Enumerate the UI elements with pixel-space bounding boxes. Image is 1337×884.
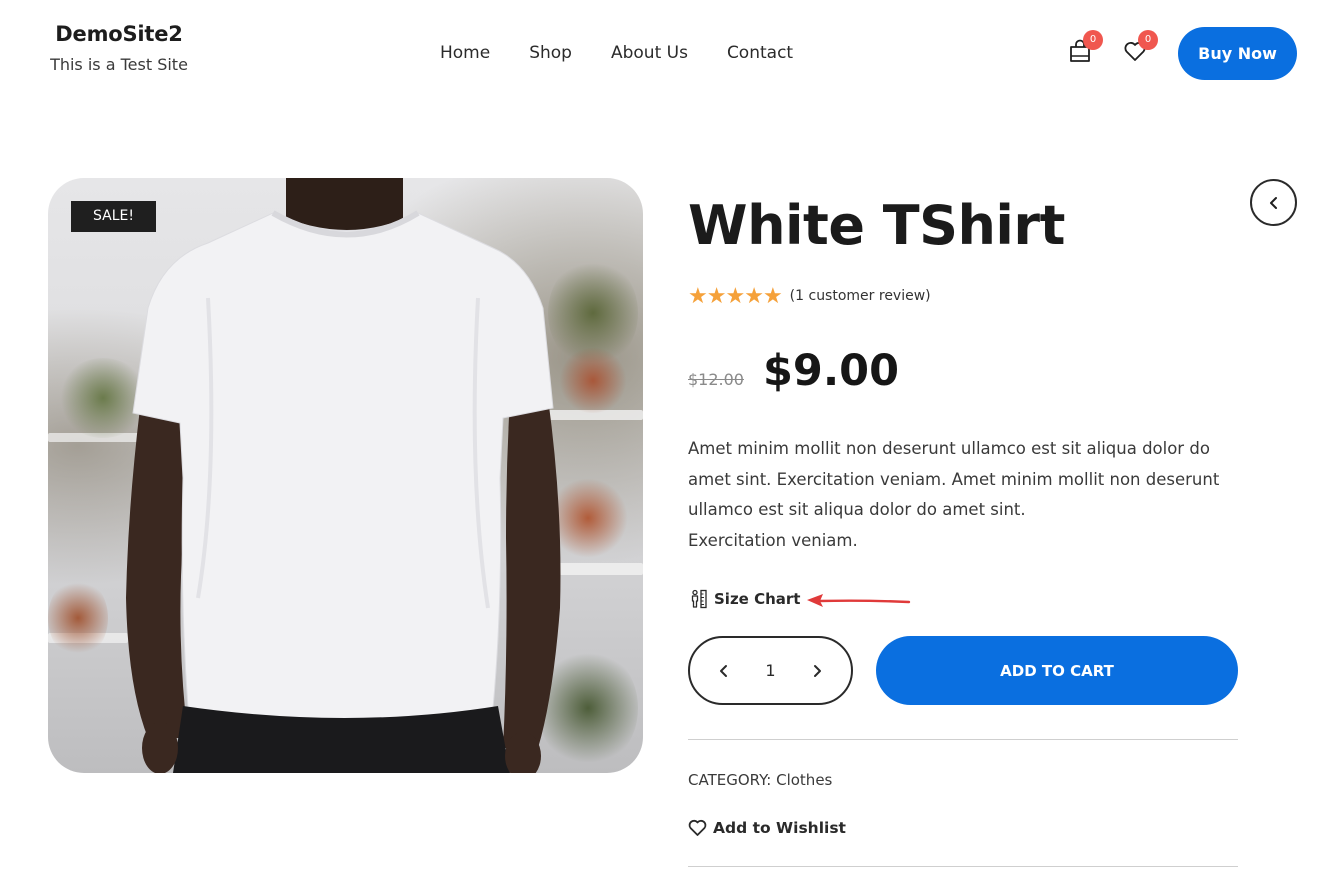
star-icon: ★: [744, 283, 764, 308]
star-icon: ★: [725, 283, 746, 308]
previous-product-button[interactable]: [1250, 179, 1297, 226]
star-rating: ★ ★ ★ ★ ★: [688, 283, 783, 308]
review-count-link[interactable]: (1 customer review): [790, 288, 931, 304]
heart-icon: [688, 819, 707, 836]
wishlist-header-button[interactable]: 0: [1122, 30, 1158, 68]
wishlist-count-badge: 0: [1138, 30, 1158, 50]
nav-item-about-us[interactable]: About Us: [611, 43, 688, 63]
description-line: Exercitation veniam.: [688, 530, 858, 550]
site-title[interactable]: DemoSite2: [48, 22, 190, 46]
cart-count-badge: 0: [1083, 30, 1103, 50]
nav-item-shop[interactable]: Shop: [529, 43, 572, 63]
size-chart-link[interactable]: Size Chart: [689, 589, 800, 609]
nav-item-home[interactable]: Home: [440, 43, 490, 63]
size-chart-label: Size Chart: [714, 590, 801, 608]
quantity-decrease-button[interactable]: [716, 663, 732, 679]
star-icon: ★: [762, 283, 783, 308]
chevron-right-icon: [814, 664, 821, 677]
buy-now-button[interactable]: Buy Now: [1178, 27, 1297, 80]
star-icon: ★: [706, 283, 727, 308]
nav-item-contact[interactable]: Contact: [727, 43, 793, 63]
quantity-increase-button[interactable]: [809, 663, 825, 679]
old-price: $12.00: [688, 370, 744, 389]
site-tagline: This is a Test Site: [50, 55, 188, 74]
tshirt-photo: [126, 178, 561, 773]
quantity-stepper: [688, 636, 853, 705]
product-title: White TShirt: [688, 194, 1065, 257]
add-to-wishlist-button[interactable]: Add to Wishlist: [688, 819, 846, 837]
description-line: Amet minim mollit non deserunt ullamco e…: [688, 439, 1210, 458]
wishlist-label: Add to Wishlist: [713, 819, 846, 837]
add-to-cart-button[interactable]: ADD TO CART: [876, 636, 1238, 705]
chevron-left-icon: [1269, 196, 1277, 209]
sale-badge: SALE!: [71, 201, 156, 232]
description-line: amet sint. Exercitation veniam. Amet min…: [688, 469, 1220, 489]
product-rating: ★ ★ ★ ★ ★ (1 customer review): [688, 285, 931, 307]
category-link[interactable]: Clothes: [776, 771, 832, 789]
product-description: Amet minim mollit non deserunt ullamco e…: [688, 434, 1248, 556]
chevron-left-icon: [720, 664, 727, 677]
star-icon: ★: [688, 283, 708, 308]
divider: [688, 739, 1238, 740]
product-image[interactable]: SALE!: [48, 178, 643, 773]
site-branding: DemoSite2 This is a Test Site: [48, 22, 190, 74]
divider: [688, 866, 1238, 867]
quantity-input[interactable]: [750, 661, 791, 680]
category-label: CATEGORY:: [688, 771, 772, 789]
cart-button[interactable]: 0: [1067, 30, 1103, 68]
sale-price: $9.00: [763, 346, 900, 396]
description-line: ullamco est sit aliqua dolor do amet sin…: [688, 500, 1026, 519]
main-nav: Home Shop About Us Contact: [440, 43, 832, 63]
annotation-arrow: [807, 594, 911, 607]
size-chart-icon: [691, 589, 707, 609]
product-category: CATEGORY: Clothes: [688, 771, 832, 789]
